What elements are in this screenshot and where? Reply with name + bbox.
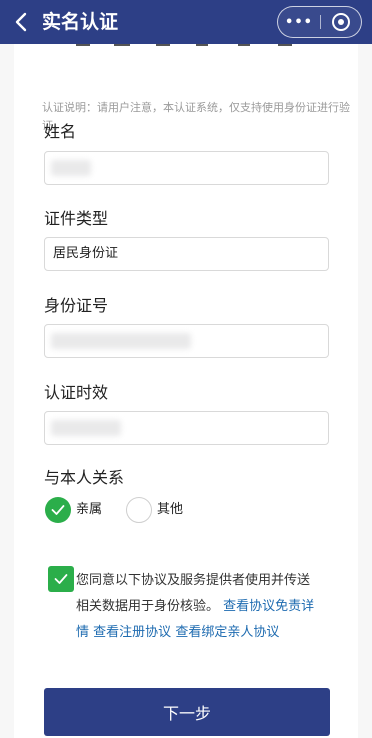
target-close-icon [332,13,350,31]
id-number-label: 身份证号 [44,296,109,315]
id-type-select[interactable]: 居民身份证 [44,237,329,271]
link-register[interactable]: 查看注册协议 [93,625,171,640]
link-bind-relative[interactable]: 查看绑定亲人协议 [175,625,279,640]
relation-option-other[interactable]: 其他 [157,501,183,519]
name-label: 姓名 [44,122,77,141]
relation-option-relative[interactable]: 亲属 [76,501,102,519]
more-button[interactable]: ••• [278,7,320,37]
check-icon [51,505,65,515]
close-button[interactable] [321,7,361,37]
notice-text: 认证说明：请用户注意，本认证系统，仅支持使用身份证进行验证。 [42,101,350,132]
check-icon [54,574,68,584]
redacted-mask [51,333,191,349]
id-number-field[interactable] [44,324,329,358]
chevron-left-icon[interactable] [10,8,34,36]
id-type-label: 证件类型 [44,209,109,228]
next-button[interactable]: 下一步 [44,688,330,736]
relation-radio-relative[interactable] [45,497,71,523]
validity-field[interactable] [44,411,329,445]
nav-bar: 实名认证 ••• [0,0,372,44]
redacted-mask [51,160,91,176]
page-title: 实名认证 [42,11,119,33]
validity-label: 认证时效 [44,383,109,402]
agree-checkbox[interactable] [48,566,74,592]
agreement-text: 您同意以下协议及服务提供者使用并传送相关数据用于身份核验。 查看协议免责详情 查… [76,568,316,646]
name-field[interactable] [44,151,329,185]
id-type-value: 居民身份证 [53,246,119,261]
relation-label: 与本人关系 [44,468,125,487]
mini-program-capsule: ••• [277,6,362,38]
relation-radio-other[interactable] [126,497,152,523]
redacted-mask [51,420,121,436]
